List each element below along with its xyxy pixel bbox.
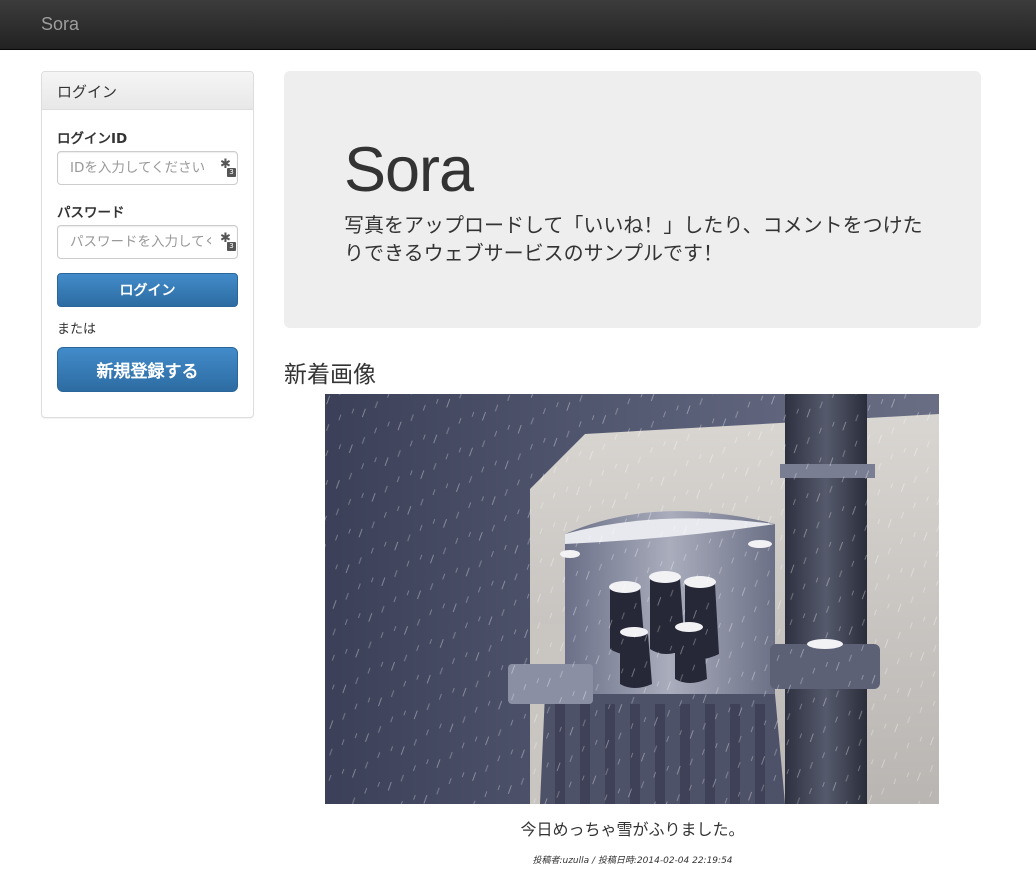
hero-title: Sora (344, 135, 474, 205)
register-button[interactable]: 新規登録する (57, 347, 238, 392)
latest-photo[interactable] (325, 394, 939, 804)
password-label: パスワード (57, 205, 125, 221)
password-field-wrap: ✱ 3 (57, 225, 238, 259)
hero-jumbotron: Sora 写真をアップロードして「いいね！」したり、コメントをつけたりできるウェ… (284, 71, 981, 328)
password-manager-key-icon[interactable]: ✱ 3 (220, 158, 236, 177)
hero-lead: 写真をアップロードして「いいね！」したり、コメントをつけたりできるウェブサービス… (344, 213, 923, 265)
photo-meta: 投稿者:uzulla / 投稿日時:2014-02-04 22:19:54 (532, 856, 733, 866)
login-id-input[interactable] (57, 151, 238, 185)
latest-images-heading: 新着画像 (284, 362, 376, 388)
or-text: または (57, 322, 97, 337)
login-id-label: ログインID (57, 131, 128, 147)
photo-caption: 今日めっちゃ雪がふりました。 (520, 820, 745, 839)
password-manager-badge: 3 (227, 168, 236, 177)
password-manager-badge: 3 (227, 242, 236, 251)
brand-link[interactable]: Sora (41, 14, 79, 35)
password-manager-key-icon[interactable]: ✱ 3 (220, 232, 236, 251)
password-input[interactable] (57, 225, 238, 259)
login-id-field-wrap: ✱3 (57, 151, 238, 185)
login-panel-heading: ログイン (42, 72, 253, 110)
login-panel: ログイン ログインID ✱3 パスワード ✱3 ログイン または 新規登録する (41, 71, 254, 418)
login-button[interactable]: ログイン (57, 273, 238, 307)
top-navbar: Sora (0, 0, 1036, 50)
